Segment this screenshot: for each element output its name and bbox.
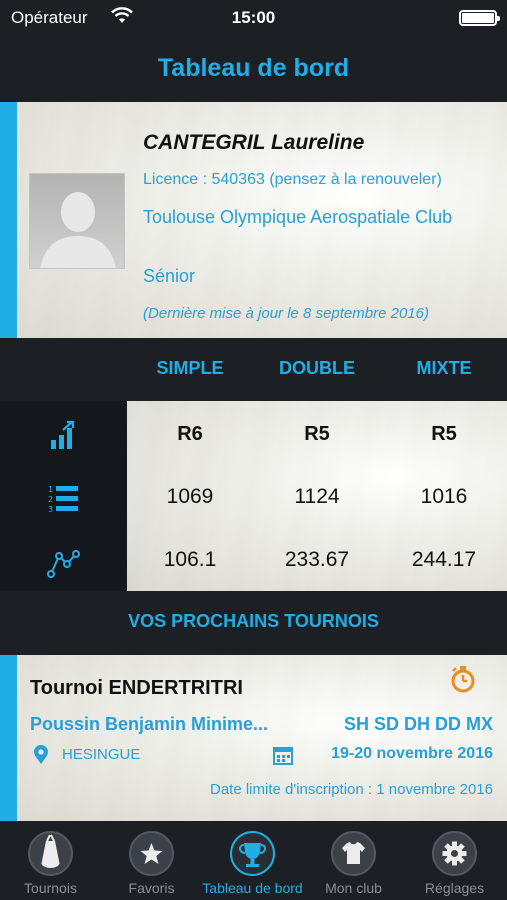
- stats-table: R6 R5 R5 1069 1124 1016 106.1 233.67 244…: [127, 401, 507, 591]
- avatar: [29, 173, 125, 269]
- tab-tournois[interactable]: Tournois: [0, 821, 101, 900]
- tab-tableau-de-bord[interactable]: Tableau de bord: [202, 821, 303, 900]
- ranking-simple: R6: [177, 423, 203, 445]
- points-double: 233.67: [284, 548, 350, 571]
- column-mixte: MIXTE: [416, 358, 472, 378]
- tab-label-tableau-de-bord: Tableau de bord: [202, 880, 303, 896]
- rank-simple: 1069: [166, 485, 214, 508]
- ranking-bars-icon: [45, 418, 81, 454]
- tab-label-reglages: Réglages: [424, 880, 485, 896]
- person-placeholder-icon: [40, 192, 116, 268]
- shirt-icon: [342, 842, 365, 864]
- page-title: Tableau de bord: [157, 54, 350, 82]
- tournament-disciplines: SH SD DH DD MX: [343, 714, 493, 734]
- profile-accent-bar: [0, 102, 17, 338]
- registration-deadline: Date limite d'inscription : 1 novembre 2…: [209, 781, 493, 798]
- tournament-dates: 19-20 novembre 2016: [331, 745, 493, 762]
- battery-icon: [459, 10, 500, 26]
- tab-label-mon-club: Mon club: [325, 880, 382, 896]
- upcoming-title: VOS PROCHAINS TOURNOIS: [128, 611, 379, 631]
- tab-label-favoris: Favoris: [128, 880, 175, 896]
- tournament-categories: Poussin Benjamin Minime...: [30, 714, 269, 734]
- upcoming-header: VOS PROCHAINS TOURNOIS: [0, 591, 507, 655]
- tab-reglages[interactable]: Réglages: [404, 821, 505, 900]
- tournament-name: Tournoi ENDERTRITRI: [30, 677, 243, 699]
- tournament-location: HESINGUE: [62, 746, 141, 763]
- gear-icon: [442, 841, 467, 866]
- points-mixte: 244.17: [411, 548, 477, 571]
- rank-mixte: 1016: [420, 485, 468, 508]
- tab-label-tournois: Tournois: [24, 880, 77, 896]
- stats-column-header: SIMPLE DOUBLE MIXTE: [0, 338, 507, 401]
- player-category: Sénior: [143, 266, 196, 286]
- stats-icon-column: 1 2 3: [0, 401, 127, 591]
- numbered-list-icon: 1 2 3: [45, 481, 81, 517]
- shuttlecock-icon: [41, 834, 60, 868]
- svg-text:2: 2: [48, 495, 53, 504]
- status-time: 15:00: [231, 8, 276, 27]
- club-name: Toulouse Olympique Aerospatiale Club: [143, 207, 453, 227]
- star-icon: [140, 843, 163, 864]
- licence-text: Licence : 540363 (pensez à la renouveler…: [143, 171, 442, 188]
- tab-bar: Tournois Favoris Tableau de bord Mon clu…: [0, 821, 507, 900]
- rank-double: 1124: [294, 485, 340, 508]
- points-graph-icon: [45, 544, 81, 580]
- location-pin-icon: [32, 745, 50, 770]
- tab-favoris[interactable]: Favoris: [101, 821, 202, 900]
- calendar-icon: [272, 745, 294, 770]
- column-double: DOUBLE: [279, 358, 355, 378]
- tab-mon-club[interactable]: Mon club: [303, 821, 404, 900]
- status-bar: Opérateur 15:00: [0, 0, 507, 36]
- points-simple: 106.1: [163, 548, 217, 571]
- nav-bar: Tableau de bord: [0, 36, 507, 102]
- ranking-double: R5: [304, 423, 330, 445]
- tournament-accent-bar: [0, 655, 17, 821]
- column-simple: SIMPLE: [156, 358, 224, 378]
- last-update-text: (Dernière mise à jour le 8 septembre 201…: [143, 305, 429, 322]
- ranking-mixte: R5: [431, 423, 457, 445]
- trophy-icon: [239, 843, 266, 867]
- svg-text:3: 3: [48, 505, 53, 514]
- svg-text:1: 1: [48, 485, 53, 494]
- player-name: CANTEGRIL Laureline: [143, 131, 365, 154]
- timer-icon[interactable]: [448, 664, 478, 699]
